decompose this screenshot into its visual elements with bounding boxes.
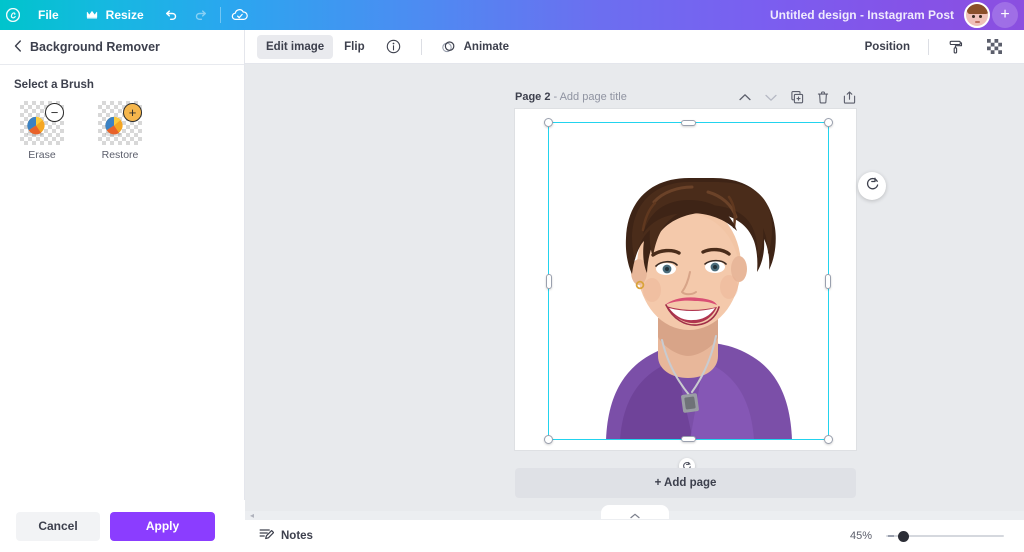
collapse-panel-toggle[interactable] <box>600 505 669 519</box>
rotate-button[interactable] <box>858 172 886 200</box>
brush-label-erase: Erase <box>28 149 56 161</box>
bottom-status-bar: Notes 45% <box>245 519 1024 552</box>
crown-icon <box>83 6 101 24</box>
restore-brush-thumbnail: + <box>98 101 142 145</box>
flip-label: Flip <box>344 40 365 53</box>
paint-roller-icon <box>947 38 965 56</box>
top-menu-bar: File Resize Untitled design - Instagram … <box>0 0 1024 30</box>
animate-label: Animate <box>463 40 509 53</box>
add-page-icon[interactable] <box>842 90 856 104</box>
page-header: Page 2 - Add page title <box>515 88 856 106</box>
edit-image-button[interactable]: Edit image <box>257 34 334 59</box>
duplicate-icon[interactable] <box>790 90 804 104</box>
avatar-mouth <box>975 21 980 23</box>
panel-header: Background Remover <box>0 30 244 65</box>
chevron-up-icon[interactable] <box>738 90 752 104</box>
design-page[interactable] <box>515 109 856 450</box>
undo-icon[interactable] <box>156 0 186 30</box>
avatar-eye-right <box>979 15 982 18</box>
restore-badge: + <box>123 103 142 122</box>
transparency-grid-icon <box>985 38 1003 56</box>
object-toolbar: Edit image Flip Animate Position <box>245 30 1024 64</box>
portrait-photo[interactable] <box>548 122 829 440</box>
trash-icon[interactable] <box>816 90 830 104</box>
left-side-panel: Background Remover Select a Brush − Eras… <box>0 30 245 552</box>
zoom-control: 45% <box>850 529 1010 543</box>
brush-label-restore: Restore <box>101 149 139 161</box>
zoom-slider[interactable] <box>886 529 1004 543</box>
brush-option-restore[interactable]: + Restore <box>92 101 148 161</box>
avatar-eye-left <box>972 15 975 18</box>
zoom-slider-knob[interactable] <box>898 530 909 542</box>
toolbar-divider-2 <box>928 38 929 55</box>
position-label: Position <box>864 40 910 53</box>
page-title-placeholder[interactable]: - Add page title <box>553 91 626 103</box>
apply-button[interactable]: Apply <box>110 511 215 541</box>
info-button[interactable] <box>376 35 412 59</box>
cloud-check-icon[interactable] <box>225 0 255 30</box>
flip-button[interactable]: Flip <box>335 35 373 59</box>
menu-resize-label: Resize <box>105 8 144 22</box>
select-brush-heading: Select a Brush <box>14 79 94 91</box>
add-collaborator-button[interactable]: + <box>992 2 1018 28</box>
redo-icon[interactable] <box>186 0 216 30</box>
design-canvas[interactable]: Page 2 - Add page title + Add page <box>245 64 1024 519</box>
chevron-down-icon[interactable] <box>764 90 778 104</box>
panel-title: Background Remover <box>30 40 160 54</box>
avatar-hair <box>967 4 988 14</box>
page-number-label: Page 2 <box>515 91 551 103</box>
brush-option-erase[interactable]: − Erase <box>14 101 70 161</box>
rotate-icon <box>865 176 880 196</box>
menu-file[interactable]: File <box>26 0 71 30</box>
brush-options: − Erase + Restore <box>14 101 230 161</box>
zoom-slider-tick <box>888 535 894 537</box>
zoom-level-label: 45% <box>849 530 872 542</box>
paint-roller-button[interactable] <box>938 35 974 59</box>
notes-pencil-icon <box>259 527 275 545</box>
panel-footer: Cancel Apply <box>0 500 245 552</box>
erase-badge: − <box>45 103 64 122</box>
menu-file-label: File <box>38 8 59 22</box>
canva-editor-window: File Resize Untitled design - Instagram … <box>0 0 1024 552</box>
notes-label: Notes <box>281 530 313 542</box>
cancel-button[interactable]: Cancel <box>16 511 100 541</box>
toolbar-divider <box>420 38 422 55</box>
menu-resize[interactable]: Resize <box>71 0 156 30</box>
transparency-button[interactable] <box>976 35 1012 59</box>
panel-body: Select a Brush − Erase + Restore <box>0 65 244 161</box>
main-editor-area: Edit image Flip Animate Position Page 2 … <box>245 30 1024 552</box>
page-actions <box>738 90 856 104</box>
chevron-left-icon[interactable] <box>14 40 22 54</box>
canva-logo-icon[interactable] <box>0 0 26 30</box>
toolbar-divider <box>219 7 221 23</box>
animate-button[interactable]: Animate <box>431 35 518 59</box>
add-page-button[interactable]: + Add page <box>515 468 856 498</box>
user-avatar[interactable] <box>964 2 990 28</box>
info-circle-icon <box>385 38 403 56</box>
animate-icon <box>440 38 458 56</box>
design-title[interactable]: Untitled design - Instagram Post <box>770 8 964 22</box>
position-button[interactable]: Position <box>856 35 919 59</box>
notes-button[interactable]: Notes <box>259 527 313 545</box>
edit-image-label: Edit image <box>266 40 325 53</box>
erase-brush-thumbnail: − <box>20 101 64 145</box>
